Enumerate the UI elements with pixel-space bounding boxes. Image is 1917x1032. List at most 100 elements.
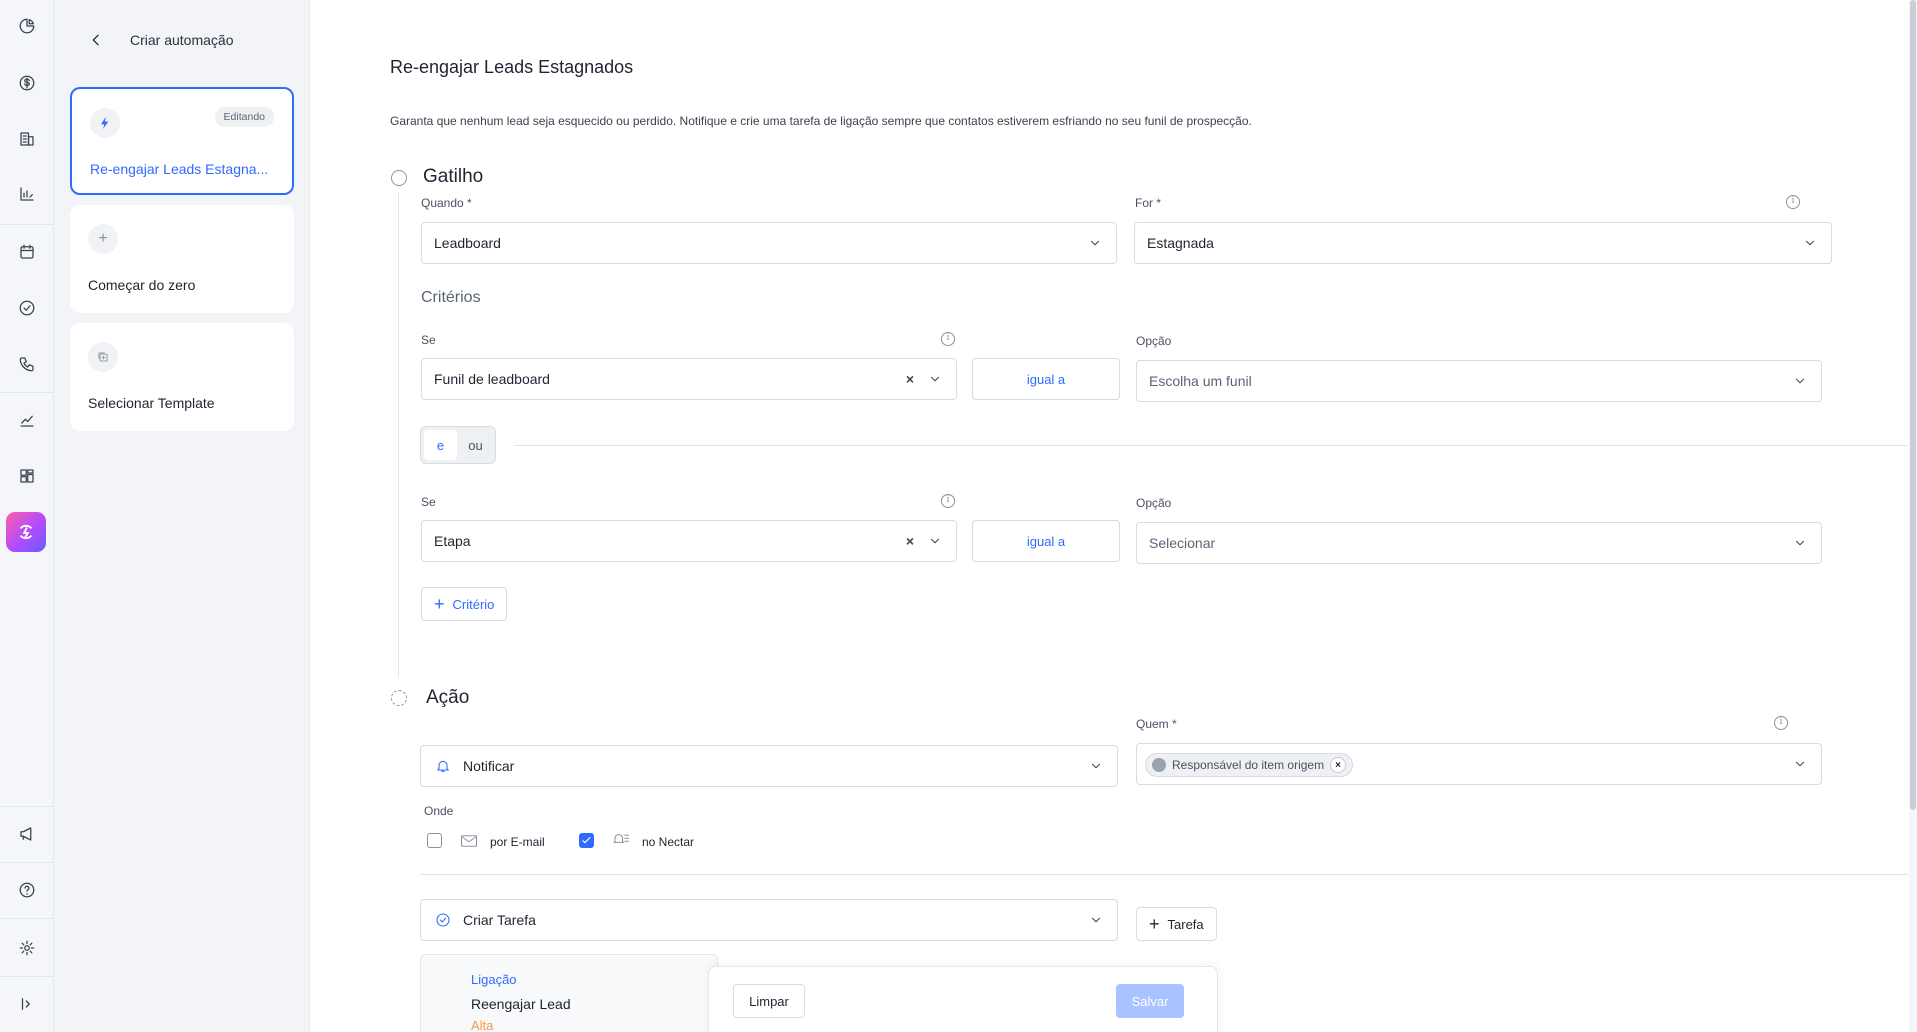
and-or-toggle: e ou <box>420 426 496 464</box>
announcement-icon[interactable] <box>13 820 41 848</box>
scrollbar-thumb[interactable] <box>1910 0 1916 810</box>
if-label: Se <box>421 495 436 509</box>
criteria-field-value: Funil de leadboard <box>434 371 550 387</box>
create-task-select[interactable]: Criar Tarefa <box>420 899 1118 941</box>
option-placeholder: Selecionar <box>1149 535 1216 551</box>
form-footer: Limpar Salvar <box>708 966 1218 1032</box>
for-label: For * <box>1135 196 1162 210</box>
page-description: Garanta que nenhum lead seja esquecido o… <box>390 114 1252 128</box>
chevron-down-icon <box>1803 236 1817 250</box>
widgets-icon[interactable] <box>13 462 41 490</box>
check-circle-icon <box>435 912 451 928</box>
clear-button[interactable]: Limpar <box>733 984 805 1018</box>
plus-icon: + <box>434 594 445 614</box>
chevron-down-icon <box>1089 913 1103 927</box>
phone-icon[interactable] <box>13 350 41 378</box>
lightning-icon <box>90 108 120 138</box>
add-task-button[interactable]: + Tarefa <box>1136 907 1217 941</box>
collapse-icon[interactable] <box>13 990 41 1018</box>
who-select[interactable]: Responsável do item origem × <box>1136 743 1822 785</box>
back-arrow-icon[interactable] <box>84 28 108 52</box>
info-icon[interactable]: i <box>1774 716 1788 730</box>
icon-rail <box>0 0 54 1032</box>
info-icon[interactable]: i <box>941 332 955 346</box>
sidebar-title: Criar automação <box>130 32 234 48</box>
option-placeholder: Escolha um funil <box>1149 373 1252 389</box>
scrollbar[interactable] <box>1909 0 1917 1032</box>
card-label: Começar do zero <box>88 277 196 293</box>
main-content: Re-engajar Leads Estagnados Garanta que … <box>310 0 1917 1032</box>
for-select[interactable]: Estagnada <box>1134 222 1832 264</box>
card-label: Selecionar Template <box>88 395 215 411</box>
bar-chart-icon[interactable] <box>13 180 41 208</box>
email-checkbox[interactable] <box>427 833 442 848</box>
chevron-down-icon <box>1793 374 1807 388</box>
add-criteria-label: Critério <box>452 596 495 612</box>
dollar-icon[interactable] <box>13 69 41 97</box>
where-label: Onde <box>424 804 454 818</box>
option-select[interactable]: Selecionar <box>1136 522 1822 564</box>
card-current-automation[interactable]: Editando Re-engajar Leads Estagna... <box>70 87 294 195</box>
avatar-icon <box>1152 758 1166 772</box>
option-select[interactable]: Escolha um funil <box>1136 360 1822 402</box>
task-card[interactable]: Ligação Reengajar Lead Alta <box>420 954 718 1032</box>
when-label: Quando * <box>421 196 472 210</box>
add-task-label: Tarefa <box>1167 916 1204 932</box>
option-label: Opção <box>1136 334 1172 348</box>
divider <box>420 874 1908 875</box>
toggle-and[interactable]: e <box>424 430 457 460</box>
notify-value: Notificar <box>463 758 515 774</box>
toggle-or[interactable]: ou <box>459 430 492 460</box>
when-value: Leadboard <box>434 235 501 251</box>
chevron-down-icon <box>1088 236 1102 250</box>
create-task-value: Criar Tarefa <box>463 912 536 928</box>
who-label: Quem * <box>1136 717 1177 731</box>
chevron-down-icon <box>928 534 942 548</box>
editing-badge: Editando <box>214 107 274 127</box>
save-button[interactable]: Salvar <box>1116 984 1184 1018</box>
add-criteria-button[interactable]: + Critério <box>421 587 508 621</box>
chevron-down-icon <box>1793 757 1807 771</box>
card-select-template[interactable]: Selecionar Template <box>70 323 294 431</box>
plus-icon: + <box>88 224 118 254</box>
who-chip: Responsável do item origem × <box>1145 753 1354 777</box>
calendar-icon[interactable] <box>13 238 41 266</box>
mail-icon <box>460 833 478 849</box>
email-option-label: por E-mail <box>490 835 545 849</box>
criteria-field-select[interactable]: Etapa × <box>421 520 957 562</box>
operator-button[interactable]: igual a <box>972 358 1120 400</box>
task-title: Reengajar Lead <box>471 996 571 1012</box>
automation-sidebar: Criar automação Editando Re-engajar Lead… <box>54 0 310 1032</box>
for-value: Estagnada <box>1147 235 1214 251</box>
pie-chart-icon[interactable] <box>13 12 41 40</box>
criteria-title: Critérios <box>421 289 481 306</box>
help-icon[interactable] <box>13 876 41 904</box>
divider <box>514 445 1908 446</box>
nectar-option-label: no Nectar <box>642 835 695 849</box>
nectar-checkbox[interactable] <box>579 833 594 848</box>
trend-icon[interactable] <box>13 406 41 434</box>
card-label: Re-engajar Leads Estagna... <box>90 161 269 177</box>
settings-icon[interactable] <box>13 934 41 962</box>
card-start-from-scratch[interactable]: + Começar do zero <box>70 205 294 313</box>
trigger-step-icon <box>391 170 407 186</box>
when-select[interactable]: Leadboard <box>421 222 1117 264</box>
option-label: Opção <box>1136 496 1172 510</box>
notify-select[interactable]: Notificar <box>420 745 1118 787</box>
page-title: Re-engajar Leads Estagnados <box>390 57 634 77</box>
criteria-field-select[interactable]: Funil de leadboard × <box>421 358 957 400</box>
building-icon[interactable] <box>13 125 41 153</box>
clear-icon[interactable]: × <box>906 533 914 549</box>
clear-icon[interactable]: × <box>906 371 914 387</box>
automation-icon[interactable] <box>6 512 46 552</box>
task-priority: Alta <box>471 1018 494 1032</box>
action-title: Ação <box>426 687 470 708</box>
info-icon[interactable]: i <box>1786 195 1800 209</box>
remove-chip-icon[interactable]: × <box>1330 757 1347 773</box>
task-type: Ligação <box>471 972 517 987</box>
check-circle-icon[interactable] <box>13 294 41 322</box>
operator-button[interactable]: igual a <box>972 520 1120 562</box>
who-chip-label: Responsável do item origem <box>1172 758 1325 772</box>
info-icon[interactable]: i <box>941 494 955 508</box>
trigger-title: Gatilho <box>423 166 484 187</box>
